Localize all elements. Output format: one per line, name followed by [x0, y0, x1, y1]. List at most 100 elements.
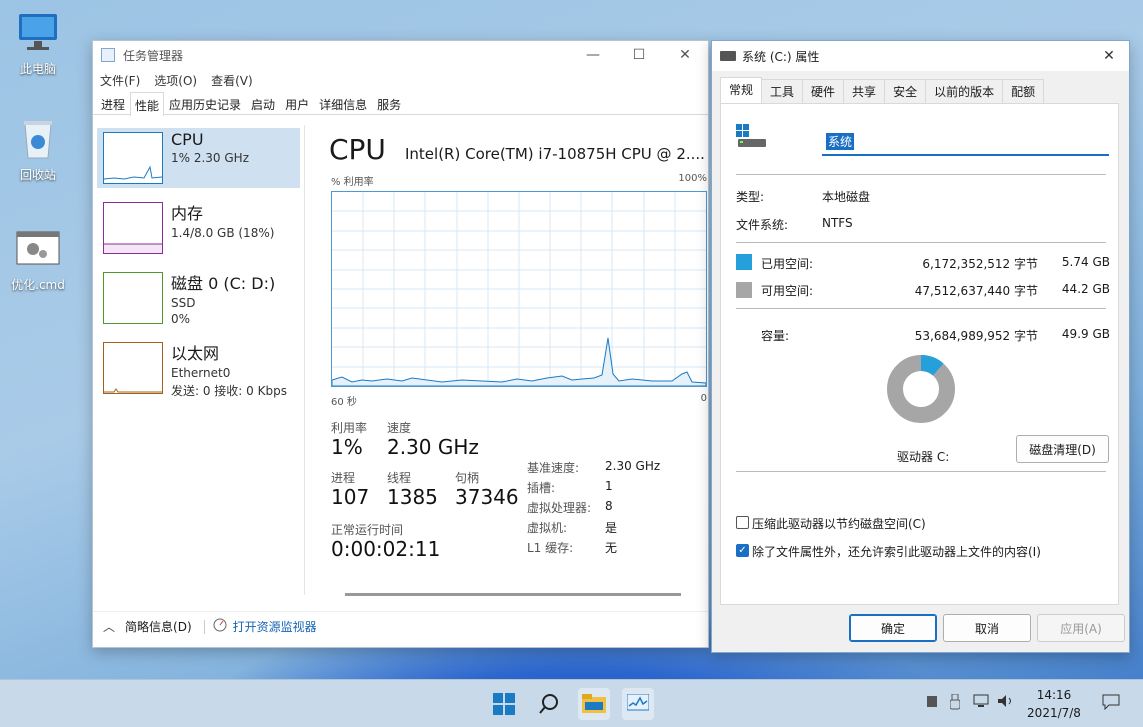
cpu-spec-list: 基准速度: 2.30 GHz 插槽: 1 虚拟处理器: 8 虚拟机: 是 L1 缓存: 无 [527, 459, 707, 559]
computer-icon [15, 10, 61, 56]
ok-button[interactable]: 确定 [849, 614, 937, 642]
menu-file[interactable]: 文件(F) [100, 72, 140, 89]
tab-hardware[interactable]: 硬件 [802, 79, 845, 103]
handles-label: 句柄 [455, 471, 480, 485]
tab-app-history[interactable]: 应用历史记录 [164, 91, 246, 114]
resource-detail: 发送: 0 接收: 0 Kbps [171, 384, 287, 398]
divider [736, 308, 1106, 309]
horizontal-scrollbar[interactable] [345, 593, 681, 596]
spec-value: 8 [605, 499, 613, 513]
cancel-button[interactable]: 取消 [943, 614, 1031, 642]
open-resource-monitor-link[interactable]: 打开资源监视器 [233, 618, 317, 635]
task-manager-footer: ︿ 简略信息(D) 打开资源监视器 [93, 611, 708, 641]
title-bar[interactable]: 任务管理器 — ☐ ✕ [93, 41, 708, 69]
task-manager-taskbar-icon[interactable] [622, 688, 654, 720]
divider [736, 471, 1106, 472]
tab-processes[interactable]: 进程 [96, 91, 130, 114]
file-explorer-icon[interactable] [578, 688, 610, 720]
dialog-title-bar[interactable]: 系统 (C:) 属性 ✕ [712, 41, 1129, 71]
resource-list: CPU 1% 2.30 GHz 内存 1.4/8.0 GB (18%) 磁盘 0 (… [93, 125, 305, 595]
tab-quota[interactable]: 配额 [1002, 79, 1045, 103]
spec-key: 虚拟处理器: [527, 501, 592, 515]
volume-icon[interactable] [997, 694, 1015, 712]
clock[interactable]: 14:16 2021/7/8 [1022, 686, 1086, 722]
spec-key: 虚拟机: [527, 521, 568, 535]
used-space-bytes: 6,172,352,512 字节 [922, 257, 1038, 271]
filesystem-label: 文件系统: [736, 218, 789, 232]
task-manager-icon [101, 48, 115, 62]
desktop-icon-this-pc[interactable]: 此电脑 [3, 10, 73, 77]
close-button[interactable]: ✕ [1089, 48, 1129, 64]
clock-date: 2021/7/8 [1027, 706, 1081, 720]
detail-heading: CPU [329, 133, 386, 166]
spec-key: 插槽: [527, 481, 556, 495]
tab-users[interactable]: 用户 [280, 91, 314, 114]
desktop-icon-recycle-bin[interactable]: 回收站 [3, 116, 73, 183]
threads-label: 线程 [387, 471, 412, 485]
spec-key: 基准速度: [527, 461, 580, 475]
spec-value: 是 [605, 521, 618, 535]
tab-previous-versions[interactable]: 以前的版本 [925, 79, 1004, 103]
resource-ethernet[interactable]: 以太网 Ethernet0 发送: 0 接收: 0 Kbps [97, 338, 300, 398]
fewer-details-link[interactable]: 简略信息(D) [125, 618, 192, 635]
volume-name-value: 系统 [826, 133, 855, 150]
disk-thumbnail-graph [103, 272, 163, 324]
clock-time: 14:16 [1036, 688, 1072, 702]
resource-name: 磁盘 0 (C: D:) [171, 274, 276, 293]
tab-tools[interactable]: 工具 [761, 79, 804, 103]
divider [203, 619, 205, 634]
used-space-swatch [736, 254, 752, 270]
start-icon[interactable] [488, 688, 520, 720]
divider [736, 174, 1106, 175]
general-panel: 系统 类型: 本地磁盘 文件系统: NTFS 已用空间: 6,172,352,5… [720, 103, 1119, 605]
resource-disk[interactable]: 磁盘 0 (C: D:) SSD 0% [97, 268, 300, 328]
network-icon[interactable] [973, 694, 991, 712]
dialog-tab-strip: 常规 工具 硬件 共享 安全 以前的版本 配额 [712, 71, 1129, 103]
search-icon[interactable] [533, 688, 565, 720]
taskbar: 14:16 2021/7/8 [0, 679, 1143, 727]
resource-detail: 0% [171, 312, 191, 326]
tab-performance[interactable]: 性能 [130, 92, 165, 116]
free-space-bytes: 47,512,637,440 字节 [914, 284, 1038, 298]
minimize-button[interactable]: — [570, 41, 616, 69]
menu-bar: 文件(F) 选项(O) 查看(V) [93, 69, 708, 91]
tray-app-icon[interactable] [926, 694, 938, 712]
spec-value: 2.30 GHz [605, 459, 661, 473]
ethernet-thumbnail-graph [103, 342, 163, 394]
disk-cleanup-button[interactable]: 磁盘清理(D) [1016, 435, 1109, 463]
uptime-value: 0:00:02:11 [331, 537, 441, 561]
tab-sharing[interactable]: 共享 [843, 79, 886, 103]
maximize-button[interactable]: ☐ [616, 41, 662, 69]
cpu-utilization-graph [331, 191, 707, 387]
usb-icon[interactable] [949, 693, 961, 714]
menu-view[interactable]: 查看(V) [211, 72, 253, 89]
resource-monitor-icon [213, 618, 227, 635]
compress-label: 压缩此驱动器以节约磁盘空间(C) [752, 517, 926, 531]
chevron-up-icon[interactable]: ︿ [103, 618, 115, 635]
tab-security[interactable]: 安全 [884, 79, 927, 103]
tab-strip: 进程 性能 应用历史记录 启动 用户 详细信息 服务 [93, 91, 708, 116]
resource-memory[interactable]: 内存 1.4/8.0 GB (18%) [97, 198, 300, 258]
tab-general[interactable]: 常规 [720, 77, 763, 103]
close-button[interactable]: ✕ [662, 41, 708, 69]
resource-cpu[interactable]: CPU 1% 2.30 GHz [97, 128, 300, 188]
resource-name: CPU [171, 130, 204, 149]
tab-services[interactable]: 服务 [372, 91, 406, 114]
compress-checkbox[interactable] [736, 516, 749, 529]
notification-icon[interactable] [1102, 694, 1120, 714]
used-space-size: 5.74 GB [1061, 255, 1110, 269]
free-space-size: 44.2 GB [1061, 282, 1110, 296]
volume-name-input[interactable]: 系统 [822, 128, 1109, 156]
cmd-file-icon [15, 226, 61, 272]
tab-startup[interactable]: 启动 [246, 91, 280, 114]
threads-value: 1385 [387, 485, 438, 509]
type-label: 类型: [736, 190, 765, 204]
menu-options[interactable]: 选项(O) [154, 72, 197, 89]
tab-details[interactable]: 详细信息 [314, 91, 372, 114]
desktop-icon-label: 此电脑 [19, 62, 56, 76]
apply-button[interactable]: 应用(A) [1037, 614, 1125, 642]
desktop-icon-optimize-cmd[interactable]: 优化.cmd [3, 226, 73, 293]
speed-value: 2.30 GHz [387, 435, 479, 459]
index-checkbox[interactable]: ✓ [736, 544, 749, 557]
disk-usage-donut [887, 355, 955, 423]
